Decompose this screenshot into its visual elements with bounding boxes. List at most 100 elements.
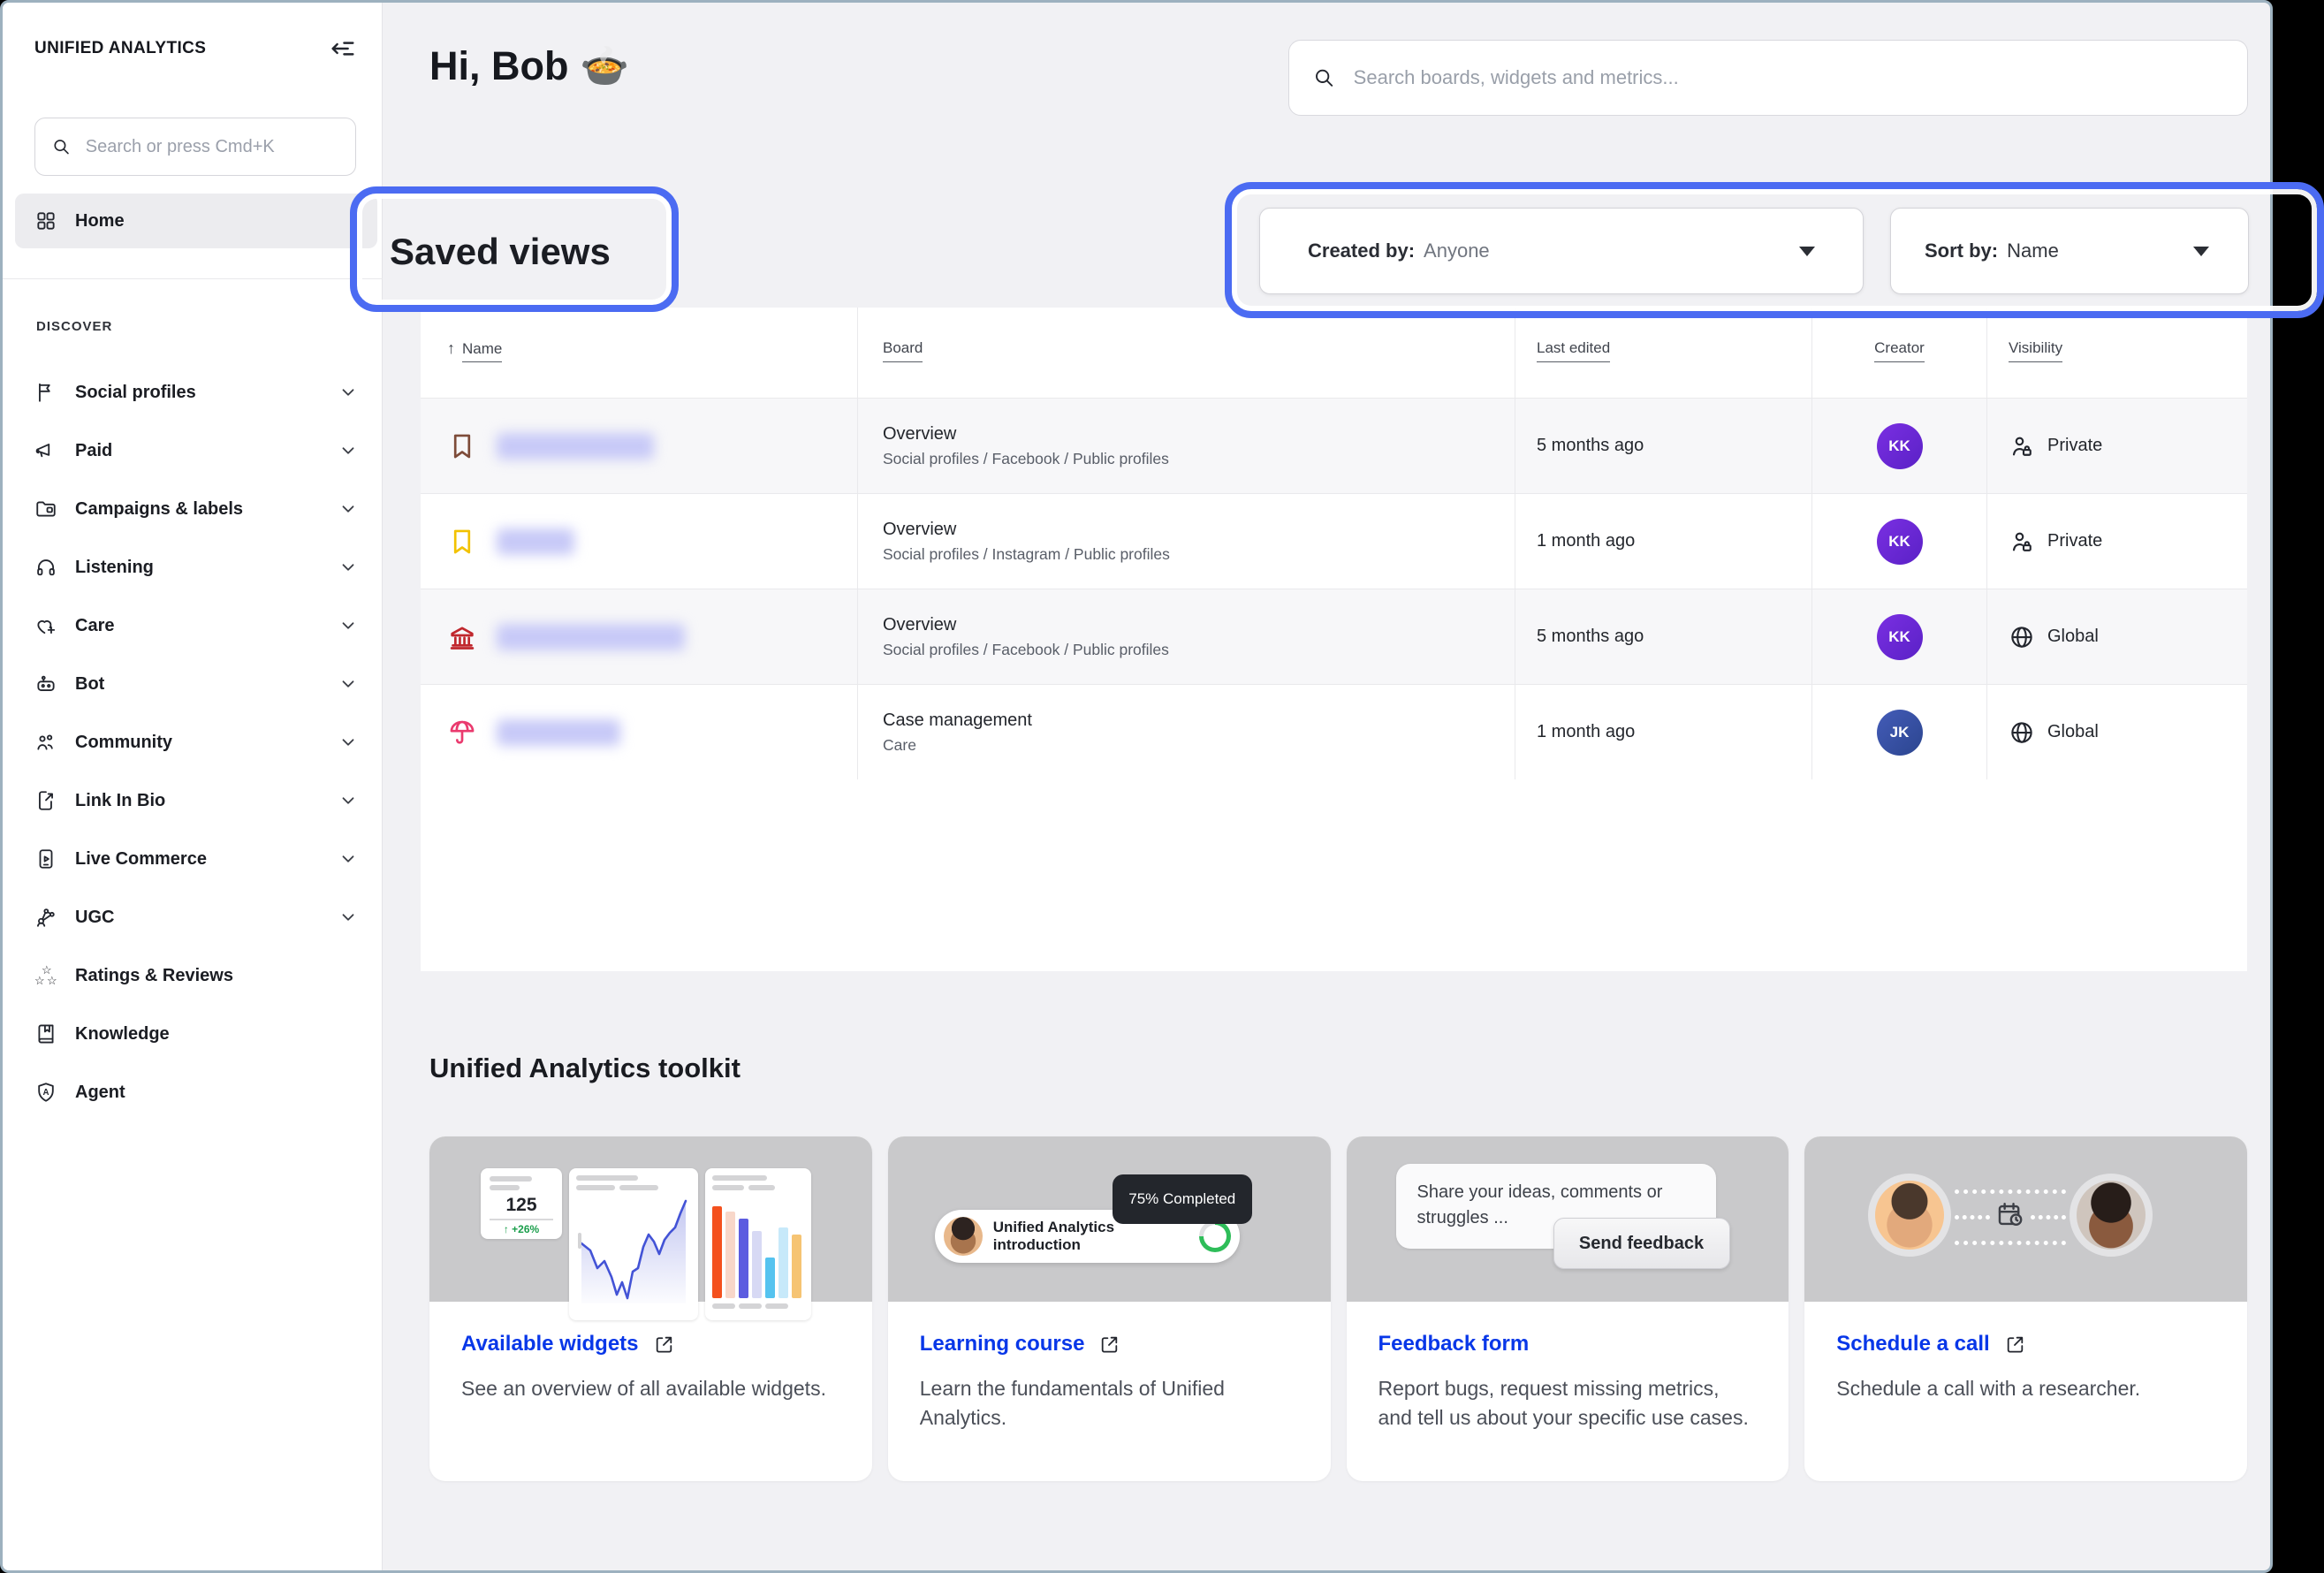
discover-section-label: DISCOVER [36,319,112,334]
sidebar-item-label: Ratings & Reviews [75,966,358,986]
agent-shield-icon: A [34,1081,57,1104]
card-title-link[interactable]: Schedule a call [1836,1332,1989,1356]
table-row[interactable]: Overview Social profiles / Facebook / Pu… [421,398,2247,493]
headphones-icon [34,556,57,579]
card-title-link[interactable]: Available widgets [461,1332,639,1356]
app-window: UNIFIED ANALYTICS Home DISCOVER [0,0,2273,1573]
sidebar-item-label: Bot [75,674,321,695]
sidebar-item-community[interactable]: Community [3,713,383,771]
avatar: KK [1877,614,1923,660]
sidebar-item-paid[interactable]: Paid [3,422,383,480]
saved-views-title: Saved views [390,231,611,273]
board-path: Social profiles / Facebook / Public prof… [883,642,1169,658]
card-title-link[interactable]: Feedback form [1378,1332,1530,1356]
sort-by-dropdown[interactable]: Sort by: Name [1890,208,2249,294]
globe-icon [2009,719,2035,746]
sidebar-item-bot[interactable]: Bot [3,655,383,713]
sidebar-item-listening[interactable]: Listening [3,538,383,597]
sidebar-item-ratings-reviews[interactable]: ☆ ☆ ☆ Ratings & Reviews [3,946,383,1005]
heart-plus-icon [34,614,57,637]
sidebar-item-live-commerce[interactable]: Live Commerce [3,830,383,888]
table-header-row: ↑Name Board Last edited Creator Visibili… [421,308,2247,398]
card-available-widgets[interactable]: 125 ↑ +26% [429,1136,872,1481]
send-feedback-button[interactable]: Send feedback [1553,1218,1730,1269]
chevron-down-icon [338,441,358,460]
sidebar-item-label: UGC [75,908,321,928]
card-title-link[interactable]: Learning course [920,1332,1085,1356]
search-icon [1312,65,1336,90]
sidebar-item-agent[interactable]: A Agent [3,1063,383,1121]
sidebar-item-label: Live Commerce [75,849,321,870]
sidebar-item-label: Link In Bio [75,791,321,811]
card-preview: Share your ideas, comments or struggles … [1347,1136,1789,1302]
dotted-connector [1955,1215,1990,1220]
visibility-label: Private [2047,531,2102,551]
sort-by-value: Name [2007,239,2059,262]
sidebar-item-care[interactable]: Care [3,597,383,655]
dotted-connector [2031,1215,2066,1220]
column-header-creator[interactable]: Creator [1811,308,1986,398]
card-description: Report bugs, request missing metrics, an… [1378,1374,1758,1433]
external-link-icon [2004,1334,2026,1356]
book-icon [34,1022,57,1045]
dotted-connector [1955,1241,2066,1245]
sidebar-item-knowledge[interactable]: Knowledge [3,1005,383,1063]
sidebar-nav: Social profiles Paid Campaigns & labels [3,363,383,1121]
sidebar-item-link-in-bio[interactable]: Link In Bio [3,771,383,830]
bookmark-icon [447,527,477,557]
column-header-last-edited[interactable]: Last edited [1515,308,1811,398]
chevron-down-icon [338,791,358,810]
caret-down-icon [2193,247,2209,256]
completion-tooltip: 75% Completed [1113,1174,1252,1224]
sidebar-item-campaigns-labels[interactable]: Campaigns & labels [3,480,383,538]
column-header-name[interactable]: ↑Name [421,308,857,398]
mini-bar-chart [705,1168,811,1320]
collapse-sidebar-button[interactable] [327,33,359,65]
column-header-board[interactable]: Board [857,308,1515,398]
global-search-input[interactable] [1352,65,2224,90]
sidebar-item-label: Care [75,616,321,636]
card-learning-course[interactable]: 75% Completed Unified Analytics introduc… [888,1136,1331,1481]
private-icon [2009,433,2035,460]
external-link-icon [1098,1334,1120,1356]
column-header-visibility[interactable]: Visibility [1986,308,2247,398]
sidebar-item-home[interactable]: Home [15,194,377,248]
chevron-down-icon [338,849,358,869]
avatar [944,1217,983,1256]
card-feedback-form[interactable]: Share your ideas, comments or struggles … [1347,1136,1789,1481]
sidebar-search-input[interactable] [84,136,339,158]
last-edited: 5 months ago [1537,627,1644,647]
avatar: JK [1877,710,1923,756]
last-edited: 1 month ago [1537,722,1635,742]
mini-metric-widget: 125 ↑ +26% [481,1168,562,1239]
umbrella-icon [447,718,477,748]
card-schedule-call[interactable]: Schedule a call Schedule a call with a r… [1804,1136,2247,1481]
board-path: Social profiles / Instagram / Public pro… [883,547,1170,563]
line-chart-icon [576,1190,691,1303]
visibility-label: Private [2047,436,2102,456]
table-row[interactable]: Overview Social profiles / Instagram / P… [421,493,2247,589]
sidebar-search[interactable] [34,118,356,176]
board-path: Care [883,738,916,754]
board-name: Overview [883,521,956,538]
board-name: Case management [883,711,1032,729]
card-preview: 75% Completed Unified Analytics introduc… [888,1136,1331,1302]
created-by-label: Created by: [1308,239,1415,262]
chevron-down-icon [338,499,358,519]
global-search[interactable] [1288,40,2248,116]
sidebar-item-ugc[interactable]: UGC [3,888,383,946]
sidebar-item-label: Paid [75,441,321,461]
phone-play-icon [34,847,57,870]
created-by-dropdown[interactable]: Created by: Anyone [1259,208,1864,294]
stars-icon: ☆ ☆ ☆ [34,964,57,987]
avatar: KK [1877,519,1923,565]
table-row[interactable]: Case management Care 1 month ago JK Glob… [421,684,2247,779]
sidebar-item-social-profiles[interactable]: Social profiles [3,363,383,422]
avatar: KK [1877,423,1923,469]
chevron-down-icon [338,558,358,577]
board-name: Overview [883,616,956,634]
redacted-view-name [497,528,574,555]
card-description: Schedule a call with a researcher. [1836,1374,2215,1403]
search-icon [51,135,72,158]
table-row[interactable]: Overview Social profiles / Facebook / Pu… [421,589,2247,684]
